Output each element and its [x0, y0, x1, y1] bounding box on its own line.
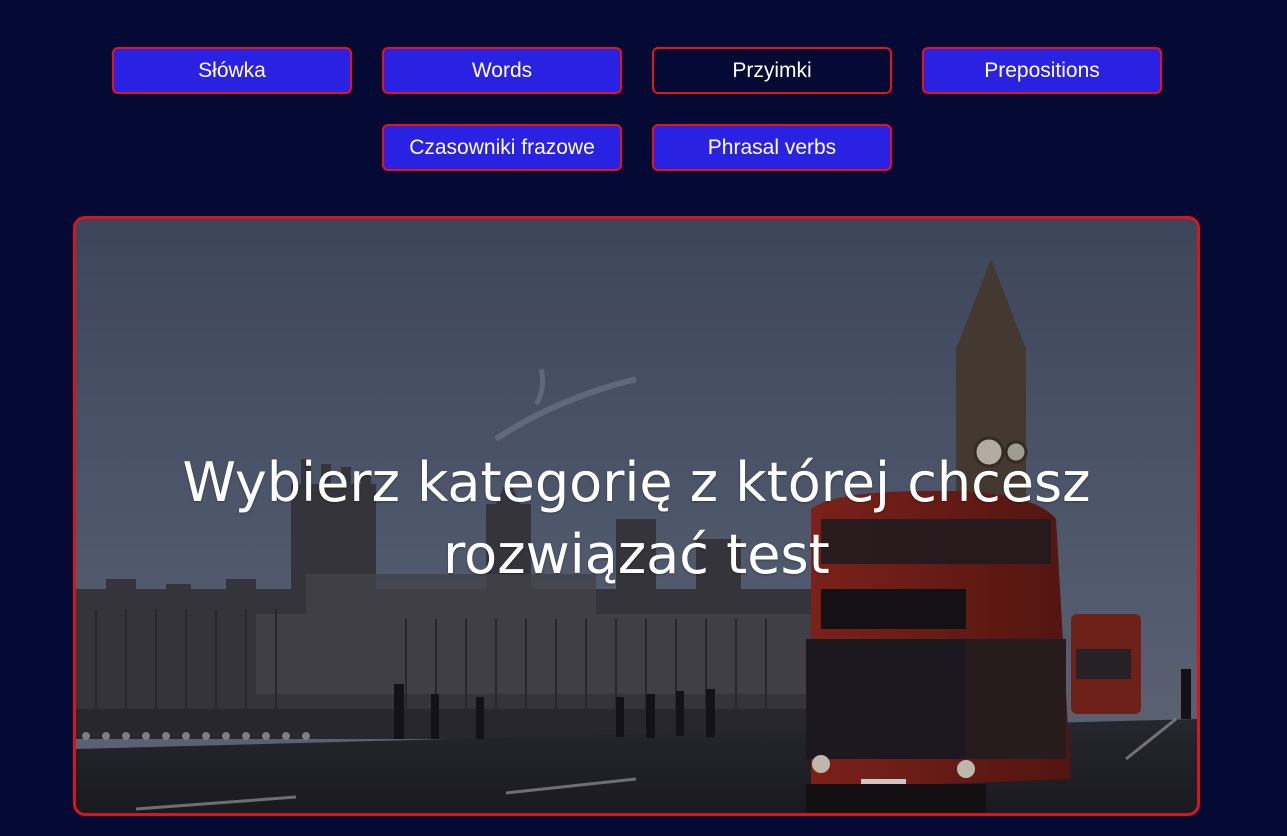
hero-title-line-2: rozwiązać test [443, 523, 830, 586]
przyimki-button[interactable]: Przyimki [652, 47, 892, 94]
czasowniki-frazowe-button[interactable]: Czasowniki frazowe [382, 124, 622, 171]
prepositions-button[interactable]: Prepositions [922, 47, 1162, 94]
hero-banner: Wybierz kategorię z której chcesz rozwią… [73, 216, 1200, 816]
words-button[interactable]: Words [382, 47, 622, 94]
hero-title-line-1: Wybierz kategorię z której chcesz [182, 451, 1091, 514]
hero-title: Wybierz kategorię z której chcesz rozwią… [76, 447, 1197, 591]
phrasal-verbs-button[interactable]: Phrasal verbs [652, 124, 892, 171]
slowka-button[interactable]: Słówka [112, 47, 352, 94]
